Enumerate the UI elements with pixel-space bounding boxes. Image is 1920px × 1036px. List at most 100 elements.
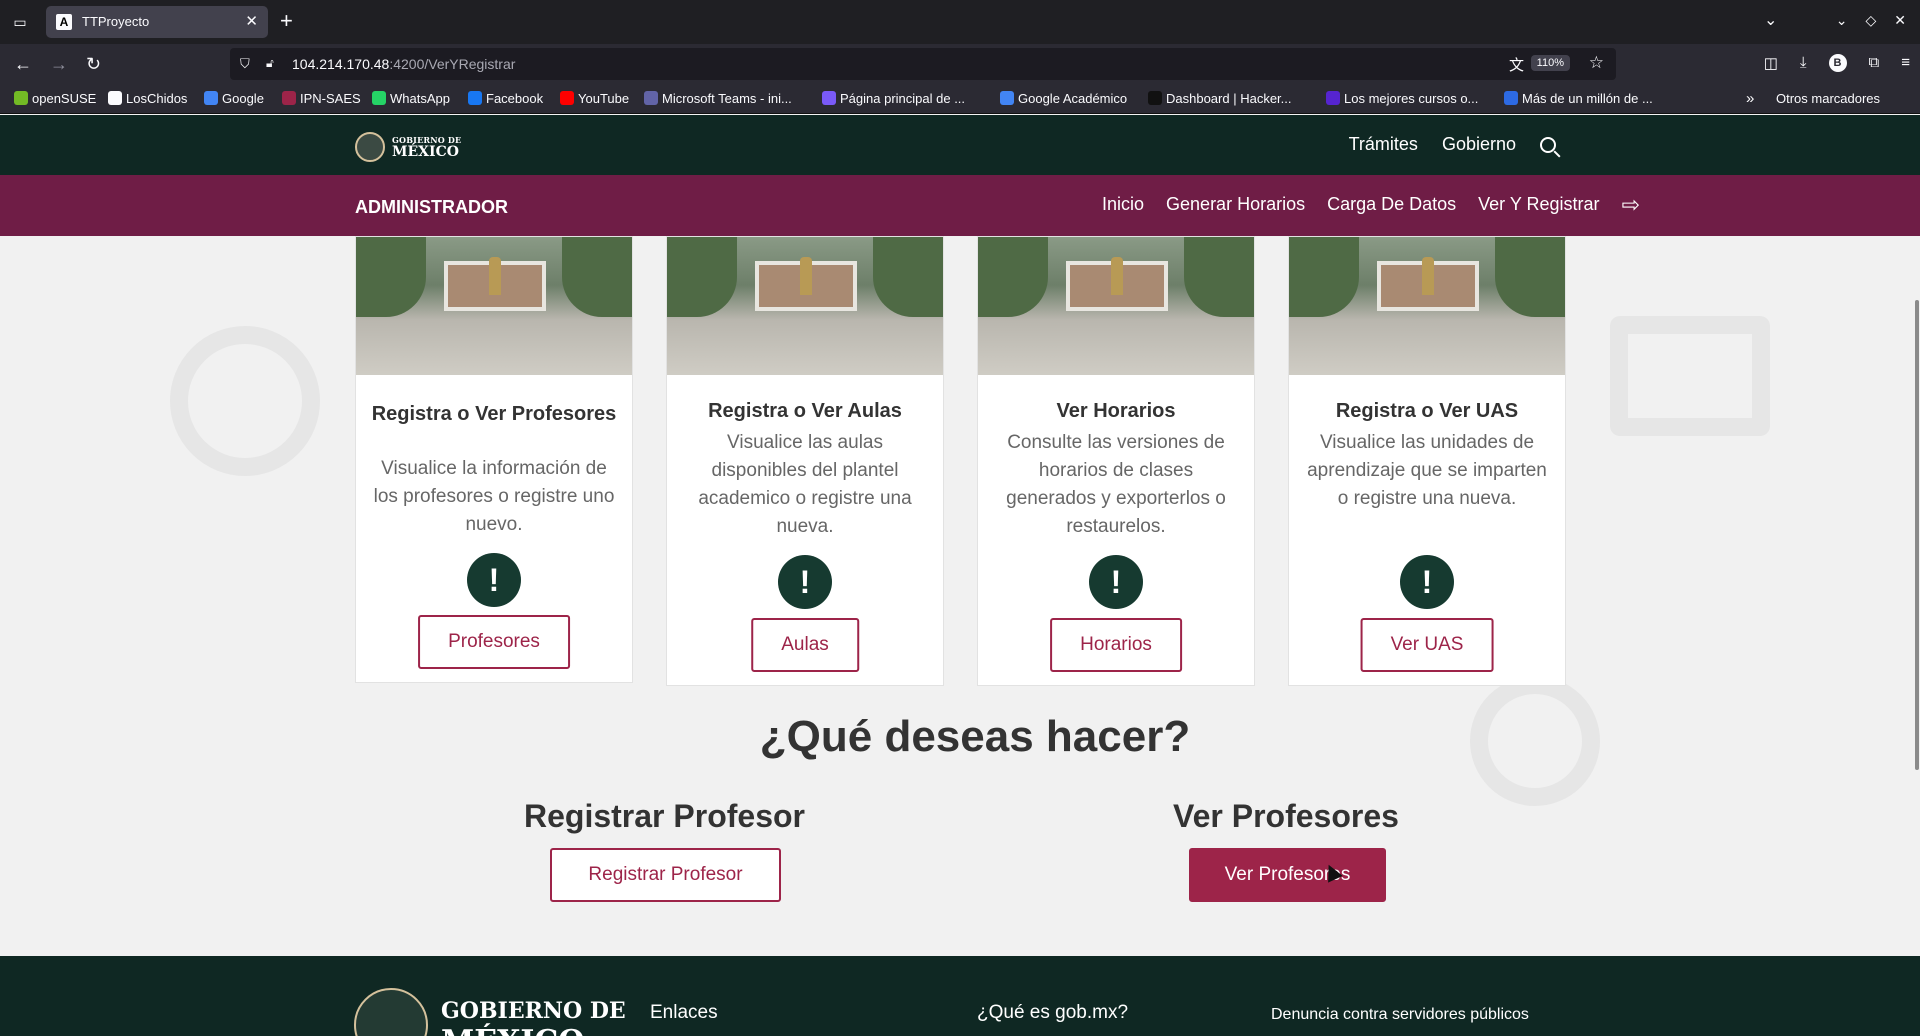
bookmarks-bar: openSUSE LosChidos Google IPN-SAES WhatsApp F…	[0, 84, 1920, 114]
card-description: Visualice las aulas disponibles del plan…	[698, 432, 912, 537]
profile-avatar[interactable]: B	[1828, 54, 1847, 72]
url-text[interactable]: 104.214.170.48:4200/VerYRegistrar	[292, 56, 515, 72]
bookmark-label: YouTube	[578, 91, 630, 106]
card-title: Registra o Ver Profesores	[371, 403, 617, 425]
alert-icon: !	[1400, 555, 1454, 609]
tab-list-icon[interactable]: ▭	[10, 12, 30, 32]
bookmark-favicon-icon	[204, 91, 218, 105]
downloads-icon[interactable]: ⤓	[1800, 54, 1807, 72]
gov-header: GOBIERNO DE MÉXICO Trámites Gobierno	[0, 115, 1920, 175]
footer-enlaces[interactable]: Enlaces	[650, 1002, 718, 1024]
card-title: Ver Horarios	[1056, 400, 1176, 422]
insecure-lock-icon[interactable]: 🔓︎	[266, 56, 274, 71]
tab-title: TTProyecto	[82, 14, 150, 29]
bookmark-label: Más de un millón de ...	[1522, 91, 1653, 106]
card-aulas: Registra o Ver Aulas Visualice las aulas…	[666, 236, 944, 686]
bookmark-item[interactable]: LosChidos	[108, 91, 187, 106]
bookmark-item[interactable]: Dashboard | Hacker...	[1148, 91, 1292, 106]
background-scale-icon	[1610, 316, 1770, 436]
footer-denuncia-link[interactable]: Denuncia contra servidores públicos	[1271, 1006, 1529, 1024]
bookmark-favicon-icon	[822, 91, 836, 105]
card-photo	[356, 237, 632, 375]
bookmark-favicon-icon	[282, 91, 296, 105]
bookmark-favicon-icon	[1000, 91, 1014, 105]
nav-ver-y-registrar[interactable]: Ver Y Registrar	[1478, 194, 1599, 215]
restore-icon[interactable]: ◇	[1865, 12, 1876, 29]
reload-icon[interactable]: ↻	[86, 54, 101, 74]
list-all-tabs-icon[interactable]: ⌄	[1764, 10, 1777, 30]
horarios-button[interactable]: Horarios	[1050, 618, 1182, 672]
bookmark-item[interactable]: Página principal de ...	[822, 91, 965, 106]
bookmark-item[interactable]: Facebook	[468, 91, 543, 106]
menu-icon[interactable]: ≡	[1901, 54, 1910, 72]
more-bookmarks-icon[interactable]: »	[1746, 90, 1754, 107]
tracking-protection-icon[interactable]: ⛉	[240, 56, 250, 72]
toolbar-icons: ◫ ⤓ B ⧉ ≡	[1764, 54, 1910, 72]
gov-link-tramites[interactable]: Trámites	[1349, 134, 1418, 155]
background-gear-icon	[170, 326, 320, 476]
bookmark-label: WhatsApp	[390, 91, 450, 106]
nav-generar-horarios[interactable]: Generar Horarios	[1166, 194, 1305, 215]
card-photo	[978, 237, 1254, 375]
bookmark-label: Los mejores cursos o...	[1344, 91, 1479, 106]
bookmark-favicon-icon	[372, 91, 386, 105]
footer-seal-icon	[354, 988, 428, 1036]
minimize-icon[interactable]: ⌄	[1836, 12, 1848, 29]
profesores-button[interactable]: Profesores	[418, 615, 570, 669]
nav-inicio[interactable]: Inicio	[1102, 194, 1144, 215]
bookmark-label: Página principal de ...	[840, 91, 966, 106]
bookmark-label: Google Académico	[1018, 91, 1128, 106]
card-uas: Registra o Ver UAS Visualice las unidade…	[1288, 236, 1566, 686]
card-profesores: Registra o Ver Profesores Visualice la i…	[355, 236, 633, 683]
pocket-icon[interactable]: ◫	[1764, 54, 1778, 72]
alert-icon: !	[1089, 555, 1143, 609]
bookmark-item[interactable]: WhatsApp	[372, 91, 450, 106]
bookmark-item[interactable]: Los mejores cursos o...	[1326, 91, 1478, 106]
address-bar[interactable]: ⛉ 🔓︎ 104.214.170.48:4200/VerYRegistrar 文…	[230, 48, 1616, 80]
translate-icon[interactable]: 文	[1509, 54, 1524, 75]
new-tab-icon[interactable]: +	[280, 9, 293, 33]
bookmark-label: LosChidos	[126, 91, 188, 106]
bookmark-label: openSUSE	[32, 91, 97, 106]
bookmark-item[interactable]: openSUSE	[14, 91, 96, 106]
aulas-button[interactable]: Aulas	[751, 618, 859, 672]
card-horarios: Ver Horarios Consulte las versiones de h…	[977, 236, 1255, 686]
card-photo	[1289, 237, 1565, 375]
bookmark-favicon-icon	[1148, 91, 1162, 105]
bookmark-item[interactable]: IPN-SAES	[282, 91, 361, 106]
page-scrollbar[interactable]	[1914, 236, 1920, 956]
forward-icon[interactable]: →	[50, 54, 68, 74]
footer-que-es-gobmx[interactable]: ¿Qué es gob.mx?	[977, 1002, 1128, 1024]
card-title: Registra o Ver UAS	[1335, 400, 1519, 422]
ver-profesores-button[interactable]: Ver Profesores	[1189, 848, 1386, 902]
close-tab-icon[interactable]: ✕	[245, 12, 258, 30]
bookmark-item[interactable]: Google	[204, 91, 264, 106]
logout-icon[interactable]: ⇨	[1622, 193, 1640, 215]
admin-nav-bar: ADMINISTRADOR Inicio Generar Horarios Ca…	[0, 175, 1920, 236]
zoom-level[interactable]: 110%	[1530, 55, 1570, 71]
ver-uas-button[interactable]: Ver UAS	[1360, 618, 1494, 672]
bookmark-star-icon[interactable]: ☆	[1589, 53, 1604, 73]
window-controls: ⌄ ◇ ✕	[1836, 12, 1906, 29]
card-photo	[667, 237, 943, 375]
other-bookmarks-folder[interactable]: Otros marcadores	[1776, 91, 1880, 106]
nav-carga-de-datos[interactable]: Carga De Datos	[1327, 194, 1456, 215]
bookmark-item[interactable]: Microsoft Teams - ini...	[644, 91, 792, 106]
bookmark-favicon-icon	[468, 91, 482, 105]
bookmark-label: Dashboard | Hacker...	[1166, 91, 1292, 106]
browser-tab-bar: ▭ A TTProyecto ✕ + ⌄ ⌄ ◇ ✕	[0, 0, 1920, 44]
card-description: Visualice las unidades de aprendizaje qu…	[1307, 432, 1547, 509]
search-icon[interactable]	[1540, 136, 1556, 153]
back-icon[interactable]: ←	[14, 54, 32, 74]
gov-link-gobierno[interactable]: Gobierno	[1442, 134, 1516, 155]
registrar-profesor-button[interactable]: Registrar Profesor	[550, 848, 781, 902]
card-description: Visualice la información de los profesor…	[373, 458, 615, 535]
bookmark-item[interactable]: Google Académico	[1000, 91, 1127, 106]
browser-tab[interactable]: A TTProyecto ✕	[46, 6, 268, 38]
bookmark-favicon-icon	[1504, 91, 1518, 105]
bookmark-item[interactable]: YouTube	[560, 91, 629, 106]
scrollbar-thumb[interactable]	[1915, 300, 1919, 770]
extensions-icon[interactable]: ⧉	[1869, 54, 1880, 72]
bookmark-item[interactable]: Más de un millón de ...	[1504, 91, 1653, 106]
close-window-icon[interactable]: ✕	[1894, 12, 1906, 29]
